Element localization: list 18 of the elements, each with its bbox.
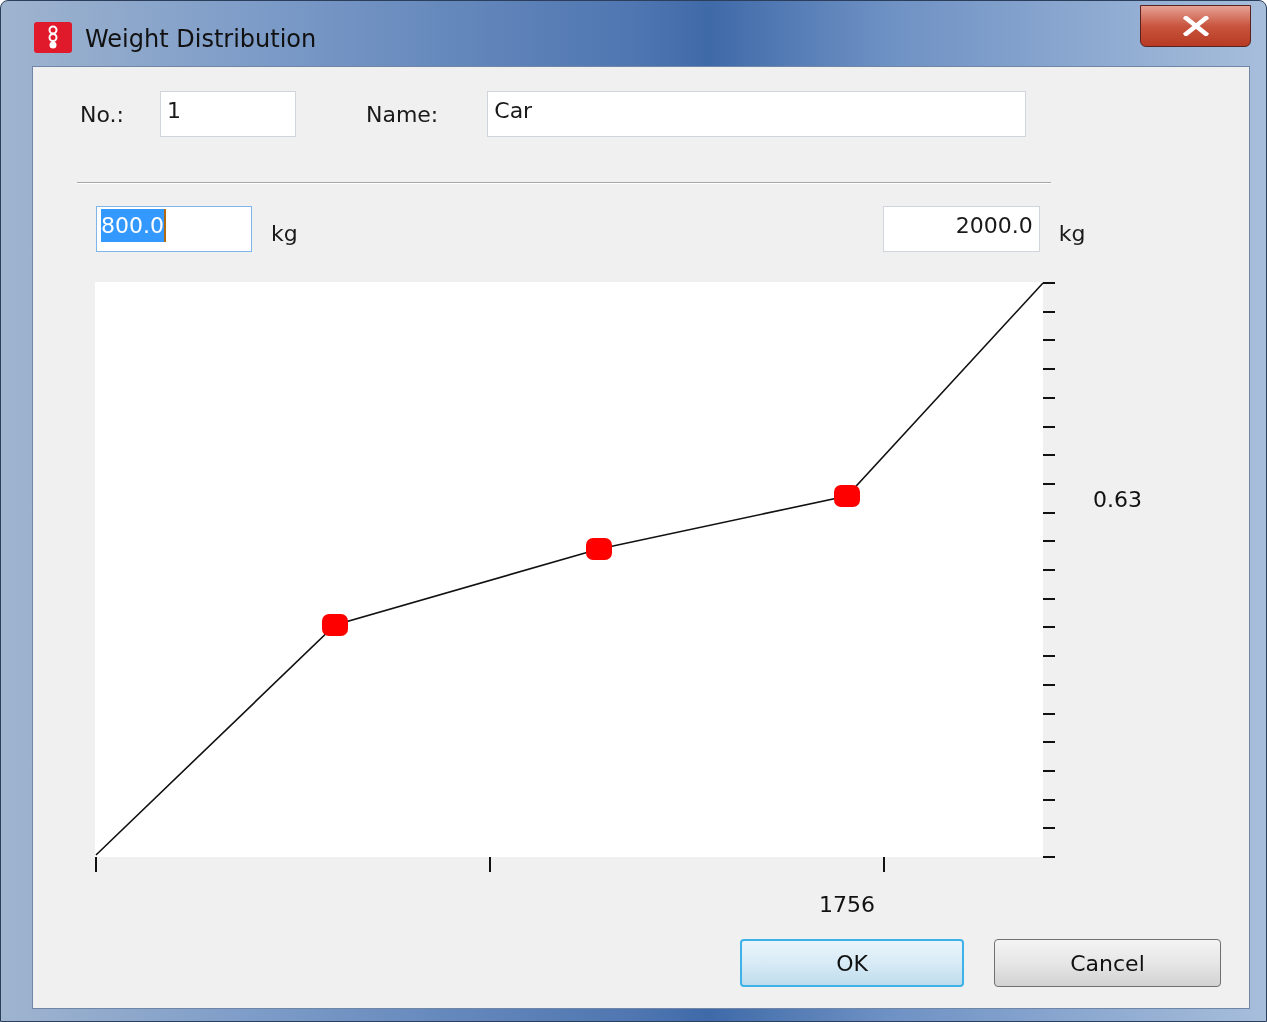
control-point[interactable] <box>586 538 612 560</box>
field-label: Name: <box>365 100 439 129</box>
maximum-weight-field[interactable]: 2000.0 <box>882 206 1040 252</box>
name-field[interactable]: Car <box>487 91 1027 137</box>
window-title: Weight Distribution <box>85 24 317 55</box>
axis-value-label: 1756 <box>819 892 875 917</box>
field-label: No.: <box>80 100 124 129</box>
control-point[interactable] <box>322 614 348 636</box>
axis-value-label: 0.63 <box>1093 487 1142 512</box>
unit-label: kg <box>1058 219 1086 248</box>
unit-label: kg <box>271 219 298 248</box>
dialog-button[interactable]: OK <box>740 939 964 987</box>
close-button[interactable] <box>1140 5 1251 47</box>
traffic-light-icon <box>34 22 72 53</box>
control-point[interactable] <box>834 485 860 507</box>
dialog-button[interactable]: Cancel <box>994 939 1221 987</box>
close-icon <box>1182 16 1209 36</box>
number-field[interactable]: 1 <box>159 91 296 137</box>
